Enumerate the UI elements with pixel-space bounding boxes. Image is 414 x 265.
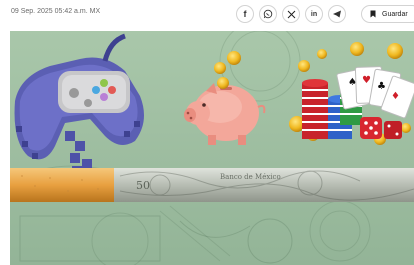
facebook-icon: f [243,9,247,19]
share-toolbar: f in Guardar [0,5,414,23]
x-icon [287,10,295,18]
hero-illustration: ♠ ♥ ♣ ♦ 50 Banco de México [10,31,414,265]
x-button[interactable] [282,5,300,23]
banknote-text: Banco de México [220,173,281,181]
whatsapp-icon [263,9,273,19]
facebook-button[interactable]: f [236,5,254,23]
svg-text:♣: ♣ [377,81,386,92]
telegram-button[interactable] [328,5,346,23]
svg-text:♥: ♥ [362,75,371,86]
linkedin-button[interactable]: in [305,5,323,23]
article-meta-bar: 09 Sep. 2025 05:42 a.m. MX f in Guardar [0,0,414,28]
hero-image: ♠ ♥ ♣ ♦ 50 Banco de México [10,31,414,265]
cigarette-illustration: 50 Banco de México [10,168,414,202]
save-label: Guardar [382,10,408,18]
linkedin-icon: in [310,10,318,18]
telegram-icon [333,10,341,18]
svg-text:50: 50 [136,179,150,192]
svg-text:♦: ♦ [391,91,400,102]
save-button[interactable]: Guardar [361,5,414,23]
page: 09 Sep. 2025 05:42 a.m. MX f in Guardar … [0,0,414,265]
bookmark-icon [370,10,376,18]
svg-text:♠: ♠ [348,77,357,88]
whatsapp-button[interactable] [259,5,277,23]
